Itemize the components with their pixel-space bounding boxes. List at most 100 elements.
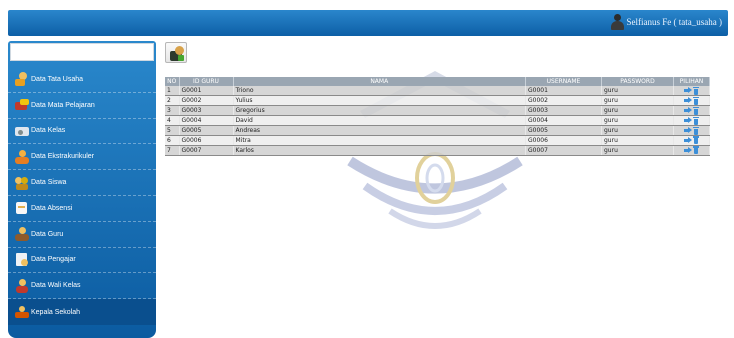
cell-nama: Andreas <box>233 125 526 136</box>
sidebar-search-input[interactable] <box>10 43 154 61</box>
sidebar-item-label: Data Mata Pelajaran <box>31 101 95 109</box>
principal-icon <box>15 305 29 319</box>
people-icon <box>15 149 29 164</box>
cell-password: guru <box>601 86 674 97</box>
teacher-icon <box>15 227 29 242</box>
sidebar-item-label: Data Siswa <box>31 179 67 187</box>
delete-icon[interactable] <box>693 86 699 95</box>
cell-nama: David <box>233 115 526 127</box>
sidebar-item-data-kelas[interactable]: Data Kelas <box>8 119 156 145</box>
sidebar-item-label: Data Kelas <box>31 127 66 135</box>
edit-icon[interactable] <box>684 107 692 114</box>
cell-pilihan <box>673 86 710 97</box>
cell-username: G0007 <box>525 145 602 156</box>
cell-password: guru <box>601 135 674 146</box>
delete-icon[interactable] <box>693 96 699 105</box>
cell-id-guru: G0007 <box>179 145 234 156</box>
sidebar-menu: Data Tata Usaha Data Mata Pelajaran Data… <box>8 67 156 325</box>
user-name: Selfianus Fe ( tata_usaha ) <box>626 17 722 27</box>
table-row[interactable]: 4 G0004 David G0004 guru <box>165 115 710 127</box>
sidebar-item-data-tata-usaha[interactable]: Data Tata Usaha <box>8 67 156 93</box>
sidebar-item-label: Data Pengajar <box>31 256 76 264</box>
cell-pilihan <box>673 115 710 127</box>
cell-no: 1 <box>165 86 180 97</box>
cell-pilihan <box>673 125 710 136</box>
cell-password: guru <box>601 145 674 156</box>
col-header-id-guru: ID GURU <box>179 77 234 86</box>
table-row[interactable]: 6 G0006 Mitra G0006 guru <box>165 135 710 146</box>
col-header-nama: NAMA <box>233 77 526 86</box>
cell-nama: Gregorius <box>233 105 526 117</box>
cell-password: guru <box>601 105 674 117</box>
notepad-icon <box>15 201 29 215</box>
col-header-password: PASSWORD <box>601 77 674 86</box>
user-avatar-icon <box>610 14 624 30</box>
user-key-icon <box>15 72 29 87</box>
cell-nama: Karlos <box>233 145 526 156</box>
homeroom-icon <box>15 278 29 293</box>
cell-no: 3 <box>165 105 180 117</box>
cell-username: G0001 <box>525 86 602 97</box>
cell-username: G0006 <box>525 135 602 146</box>
delete-icon[interactable] <box>693 136 699 145</box>
cell-no: 6 <box>165 135 180 146</box>
students-icon <box>15 176 29 190</box>
table-row[interactable]: 7 G0007 Karlos G0007 guru <box>165 145 710 156</box>
delete-icon[interactable] <box>693 106 699 115</box>
sidebar-item-data-mata-pelajaran[interactable]: Data Mata Pelajaran <box>8 93 156 119</box>
cell-no: 7 <box>165 145 180 156</box>
edit-icon[interactable] <box>684 146 692 154</box>
add-teacher-button[interactable] <box>165 42 187 63</box>
edit-icon[interactable] <box>684 127 692 134</box>
cell-no: 4 <box>165 115 180 127</box>
teacher-table: NO ID GURU NAMA USERNAME PASSWORD PILIHA… <box>165 77 710 156</box>
delete-icon[interactable] <box>693 146 699 155</box>
delete-icon[interactable] <box>693 116 699 125</box>
table-row[interactable]: 3 G0003 Gregorius G0003 guru <box>165 105 710 117</box>
edit-icon[interactable] <box>684 97 692 104</box>
cell-username: G0004 <box>525 115 602 127</box>
sidebar-item-data-siswa[interactable]: Data Siswa <box>8 170 156 196</box>
cell-id-guru: G0002 <box>179 95 234 107</box>
cell-username: G0003 <box>525 105 602 117</box>
sidebar-item-data-absensi[interactable]: Data Absensi <box>8 196 156 222</box>
delete-icon[interactable] <box>693 126 699 135</box>
sidebar-item-kepala-sekolah[interactable]: Kepala Sekolah <box>8 299 156 325</box>
cell-nama: Mitra <box>233 135 526 146</box>
cell-pilihan <box>673 145 710 156</box>
edit-icon[interactable] <box>684 136 692 144</box>
edit-icon[interactable] <box>684 87 692 94</box>
cell-username: G0002 <box>525 95 602 107</box>
table-row[interactable]: 2 G0002 Yulius G0002 guru <box>165 95 710 107</box>
sidebar-item-label: Data Absensi <box>31 204 73 212</box>
top-header-bar: Selfianus Fe ( tata_usaha ) <box>8 10 728 36</box>
cell-pilihan <box>673 135 710 146</box>
col-header-no: NO <box>165 77 180 86</box>
edit-icon[interactable] <box>684 117 692 124</box>
table-header-row: NO ID GURU NAMA USERNAME PASSWORD PILIHA… <box>165 77 710 86</box>
books-icon <box>15 98 29 112</box>
cell-no: 2 <box>165 95 180 107</box>
sidebar-item-data-guru[interactable]: Data Guru <box>8 222 156 248</box>
sidebar: Data Tata Usaha Data Mata Pelajaran Data… <box>8 41 156 338</box>
sidebar-item-data-wali-kelas[interactable]: Data Wali Kelas <box>8 273 156 300</box>
cell-password: guru <box>601 95 674 107</box>
col-header-username: USERNAME <box>525 77 602 86</box>
sidebar-item-data-ekstrakurikuler[interactable]: Data Ekstrakurikuler <box>8 144 156 171</box>
table-row[interactable]: 5 G0005 Andreas G0005 guru <box>165 125 710 136</box>
sidebar-item-label: Data Wali Kelas <box>31 282 81 290</box>
cell-nama: Triono <box>233 86 526 97</box>
cell-pilihan <box>673 95 710 107</box>
sidebar-item-data-pengajar[interactable]: Data Pengajar <box>8 248 156 274</box>
cell-password: guru <box>601 115 674 127</box>
cell-username: G0005 <box>525 125 602 136</box>
cell-password: guru <box>601 125 674 136</box>
user-info[interactable]: Selfianus Fe ( tata_usaha ) <box>610 14 722 30</box>
table-row[interactable]: 1 G0001 Triono G0001 guru <box>165 86 710 97</box>
sidebar-item-label: Data Tata Usaha <box>31 75 84 83</box>
cell-id-guru: G0001 <box>179 86 234 97</box>
cell-id-guru: G0004 <box>179 115 234 127</box>
sidebar-item-label: Kepala Sekolah <box>31 308 81 316</box>
sidebar-item-label: Data Ekstrakurikuler <box>31 153 95 161</box>
cell-pilihan <box>673 105 710 117</box>
